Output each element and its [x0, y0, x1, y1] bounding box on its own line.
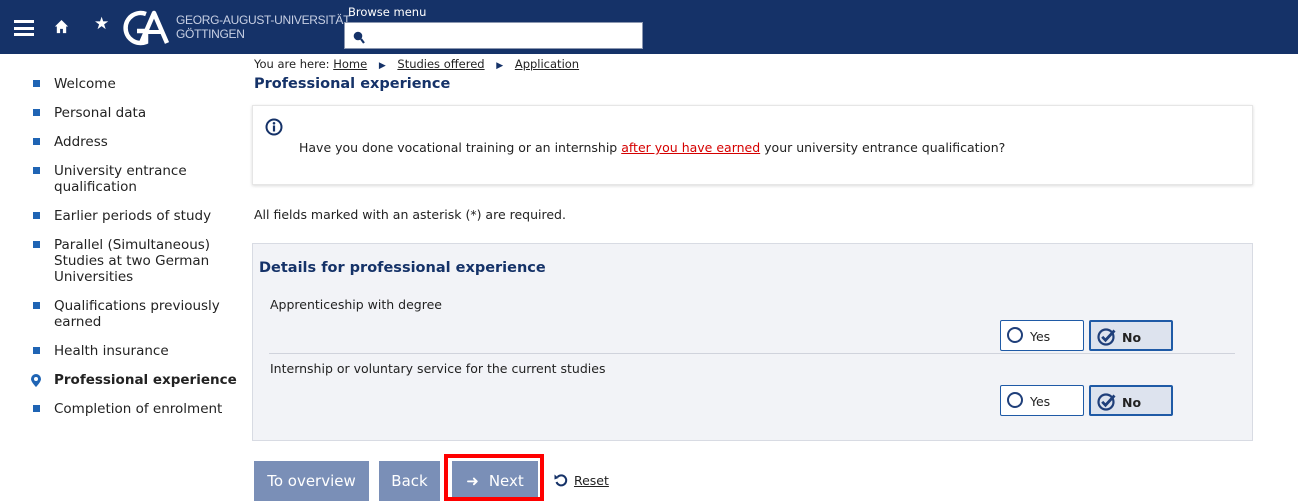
back-button[interactable]: Back — [379, 461, 440, 501]
info-question: Have you done vocational training or an … — [299, 140, 1005, 155]
bullet-icon — [33, 212, 40, 219]
sidebar-item-personal-data[interactable]: Personal data — [0, 105, 240, 121]
university-logo[interactable] — [117, 9, 173, 51]
option-label: Yes — [1030, 329, 1051, 344]
breadcrumb-home[interactable]: Home — [333, 57, 367, 71]
sidebar-item-professional-experience[interactable]: Professional experience — [0, 372, 240, 388]
next-button-highlight-frame — [444, 454, 544, 501]
radio-circle-icon — [1007, 392, 1023, 408]
info-text-after: your university entrance qualification? — [760, 140, 1006, 155]
reset-link[interactable]: Reset — [554, 473, 609, 488]
radio-circle-icon — [1007, 327, 1023, 343]
apprenticeship-yes-option[interactable]: Yes — [1000, 320, 1084, 351]
sidebar-item-label: Personal data — [54, 105, 147, 121]
bullet-icon — [33, 109, 40, 116]
browse-menu-label: Browse menu — [348, 5, 427, 19]
bullet-icon — [33, 241, 40, 248]
info-highlight: after you have earned — [621, 140, 761, 155]
top-bar: ★ GEORG-AUGUST-UNIVERSITÄT GÖTTINGEN Bro… — [0, 0, 1298, 54]
university-name[interactable]: GEORG-AUGUST-UNIVERSITÄT GÖTTINGEN — [176, 13, 350, 41]
details-panel: Details for professional experience Appr… — [252, 243, 1253, 441]
breadcrumb-prefix: You are here: — [254, 57, 330, 71]
sidebar-item-completion-of-enrolment[interactable]: Completion of enrolment — [0, 401, 240, 417]
sidebar-item-health-insurance[interactable]: Health insurance — [0, 343, 240, 359]
check-circle-icon — [1097, 327, 1117, 350]
question-internship-label: Internship or voluntary service for the … — [270, 361, 606, 376]
details-title: Details for professional experience — [259, 260, 546, 276]
sidebar-item-earlier-periods-of-study[interactable]: Earlier periods of study — [0, 208, 240, 224]
chevron-right-icon: ▶ — [496, 61, 504, 71]
bullet-icon — [33, 167, 40, 174]
sidebar-item-label: Professional experience — [54, 372, 237, 388]
info-text-before: Have you done vocational training or an … — [299, 140, 622, 155]
reset-label: Reset — [573, 473, 609, 488]
internship-no-option[interactable]: No — [1089, 385, 1173, 416]
bullet-icon — [33, 347, 40, 354]
internship-yes-option[interactable]: Yes — [1000, 385, 1084, 416]
question-apprenticeship-label: Apprenticeship with degree — [270, 297, 442, 312]
undo-icon — [554, 473, 572, 488]
info-icon — [265, 118, 283, 140]
university-name-line2: GÖTTINGEN — [176, 27, 245, 41]
bullet-icon — [33, 405, 40, 412]
sidebar-item-label: Welcome — [54, 76, 116, 92]
required-fields-note: All fields marked with an asterisk (*) a… — [254, 207, 566, 222]
browse-menu-search-input[interactable] — [344, 22, 643, 49]
location-pin-icon — [31, 374, 41, 391]
sidebar-item-university-entrance-qualification[interactable]: University entrance qualification — [0, 163, 215, 195]
check-circle-icon — [1097, 392, 1117, 415]
sidebar-item-welcome[interactable]: Welcome — [0, 76, 240, 92]
option-label: Yes — [1030, 394, 1051, 409]
sidebar-item-parallel-studies[interactable]: Parallel (Simultaneous) Studies at two G… — [0, 237, 215, 285]
to-overview-button[interactable]: To overview — [254, 461, 369, 501]
bullet-icon — [33, 80, 40, 87]
sidebar-item-label: Parallel (Simultaneous) Studies at two G… — [54, 237, 211, 285]
page-title: Professional experience — [254, 76, 451, 92]
sidebar-item-label: Completion of enrolment — [54, 401, 223, 417]
option-label: No — [1122, 330, 1142, 345]
info-box: Have you done vocational training or an … — [252, 105, 1253, 185]
sidebar-item-address[interactable]: Address — [0, 134, 240, 150]
bullet-icon — [33, 302, 40, 309]
search-icon — [353, 29, 365, 48]
breadcrumb-studies-offered[interactable]: Studies offered — [397, 57, 484, 71]
menu-icon[interactable] — [14, 20, 34, 36]
star-icon[interactable]: ★ — [94, 14, 109, 34]
breadcrumb-application[interactable]: Application — [515, 57, 579, 71]
divider — [269, 353, 1235, 354]
sidebar-item-label: Health insurance — [54, 343, 169, 359]
sidebar-item-label: Earlier periods of study — [54, 208, 212, 224]
home-icon[interactable] — [54, 19, 69, 38]
university-name-line1: GEORG-AUGUST-UNIVERSITÄT — [176, 13, 351, 27]
bullet-icon — [33, 138, 40, 145]
sidebar-item-qualifications-previously-earned[interactable]: Qualifications previously earned — [0, 298, 225, 330]
breadcrumb: You are here: Home ▶ Studies offered ▶ A… — [254, 57, 579, 71]
sidebar-item-label: Qualifications previously earned — [54, 298, 220, 330]
chevron-right-icon: ▶ — [378, 61, 386, 71]
sidebar-item-label: University entrance qualification — [54, 163, 187, 195]
sidebar-nav: Welcome Personal data Address University… — [0, 76, 240, 430]
sidebar-item-label: Address — [54, 134, 108, 150]
apprenticeship-no-option[interactable]: No — [1089, 320, 1173, 351]
option-label: No — [1122, 395, 1142, 410]
